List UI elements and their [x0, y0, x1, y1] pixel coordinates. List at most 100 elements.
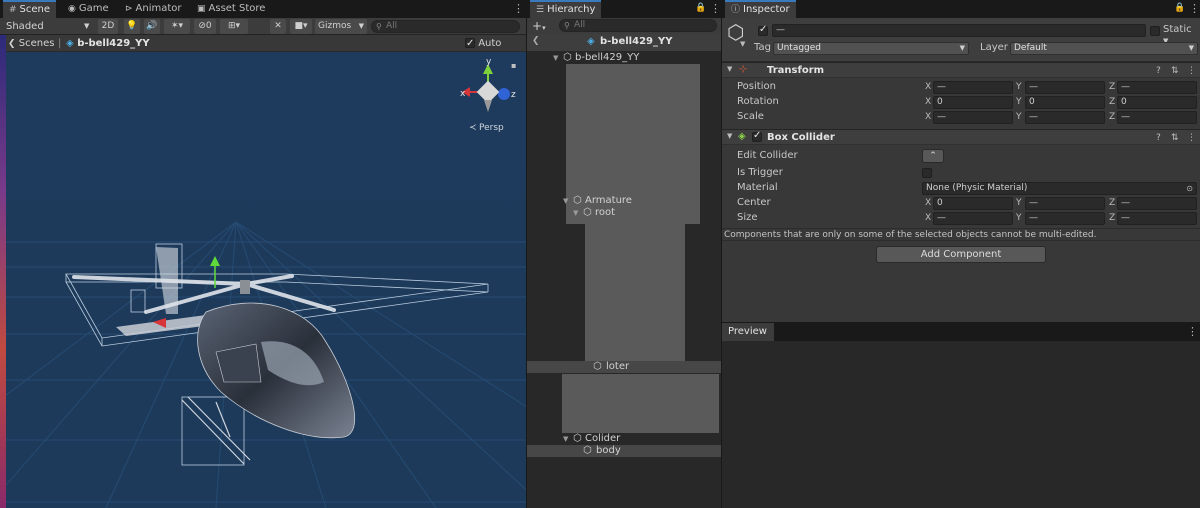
hierarchy-hidden-children	[585, 219, 685, 361]
projection-label[interactable]: Persp	[479, 123, 504, 133]
center-x-field[interactable]: 0	[933, 197, 1013, 210]
expand-arrow-icon[interactable]: ▼	[553, 52, 558, 64]
tab-scene[interactable]: # Scene	[3, 0, 57, 18]
grid-icon: #	[9, 5, 17, 15]
inspector-tabbar: ⓘ Inspector 🔒 ⋮	[722, 0, 1200, 18]
hierarchy-menu-icon[interactable]: ⋮	[710, 2, 721, 15]
auto-save-checkbox[interactable]	[465, 36, 475, 51]
center-z-field[interactable]: —	[1117, 197, 1197, 210]
preview-menu-icon[interactable]: ⋮	[1187, 325, 1198, 338]
scale-z-field[interactable]: —	[1117, 111, 1197, 124]
material-label: Material	[737, 182, 778, 193]
center-z-axis: Z	[1109, 198, 1116, 208]
expand-arrow-icon[interactable]: ▼	[573, 207, 578, 219]
box-collider-component-header[interactable]: ▼ ◈ Box Collider ? ⇅ ⋮	[722, 129, 1200, 145]
lock-icon[interactable]: 🔒	[695, 3, 706, 13]
tab-inspector[interactable]: ⓘ Inspector	[725, 0, 796, 18]
help-icon[interactable]: ?	[1156, 64, 1161, 78]
scale-x-axis: X	[925, 112, 932, 122]
tools-icon[interactable]: ✕	[270, 19, 286, 34]
hierarchy-item[interactable]: ▼ ⬡ root	[527, 207, 721, 219]
edit-collider-button[interactable]: ⌃	[922, 149, 944, 163]
foldout-arrow-icon[interactable]: ▼	[727, 132, 732, 140]
effects-dropdown-icon[interactable]: ✶▾	[164, 19, 190, 34]
rotation-x-field[interactable]: 0	[933, 96, 1013, 109]
rotation-y-axis: Y	[1016, 97, 1022, 107]
scene-viewport[interactable]: x y z ▪ ≺ Persp	[6, 52, 526, 508]
help-icon[interactable]: ?	[1156, 131, 1161, 145]
gizmo-z-label: z	[511, 90, 516, 100]
center-x-axis: X	[925, 198, 932, 208]
lock-icon[interactable]: ▪	[511, 61, 516, 70]
hierarchy-item[interactable]: ⬡ body	[527, 445, 721, 457]
tab-asset-store[interactable]: ▣ Asset Store	[191, 0, 271, 18]
active-checkbox[interactable]	[758, 24, 768, 36]
add-component-button[interactable]: Add Component	[876, 246, 1046, 263]
projection-toggle-icon[interactable]: ≺	[469, 123, 477, 133]
lock-icon[interactable]: 🔒	[1174, 3, 1185, 13]
hierarchy-item[interactable]: ▼ ⬡ Colider	[527, 433, 721, 445]
transform-component-header[interactable]: ▼ ⊹ Transform ? ⇅ ⋮	[722, 62, 1200, 78]
component-menu-icon[interactable]: ⋮	[1187, 131, 1196, 145]
preset-icon[interactable]: ⇅	[1171, 131, 1179, 145]
animator-icon: ⊳	[125, 4, 133, 14]
back-arrow-icon[interactable]: ❮	[532, 36, 540, 46]
expand-arrow-icon[interactable]: ▼	[563, 433, 568, 445]
camera-dropdown-icon[interactable]: ■▾	[290, 19, 312, 34]
scene-search-input[interactable]: ⚲ All	[371, 20, 520, 33]
rotation-z-field[interactable]: 0	[1117, 96, 1197, 109]
tab-preview[interactable]: Preview	[722, 323, 774, 341]
hierarchy-item[interactable]: ▼ ⬡ b-bell429_YY	[527, 52, 721, 64]
position-z-field[interactable]: —	[1117, 81, 1197, 94]
position-x-field[interactable]: —	[933, 81, 1013, 94]
breadcrumb-object[interactable]: ◈ b-bell429_YY	[66, 36, 150, 51]
inspector-menu-icon[interactable]: ⋮	[1189, 2, 1200, 15]
lighting-toggle-icon[interactable]: 💡	[124, 19, 140, 34]
gizmo-y-label: y	[486, 57, 492, 67]
hierarchy-root-label: b-bell429_YY	[600, 36, 673, 47]
scale-y-field[interactable]: —	[1025, 111, 1105, 124]
tag-dropdown[interactable]: Untagged ▼	[773, 42, 969, 55]
material-field[interactable]: None (Physic Material) ⊙	[922, 182, 1197, 195]
gizmos-dropdown[interactable]: Gizmos ▼	[315, 19, 367, 34]
component-menu-icon[interactable]: ⋮	[1187, 64, 1196, 78]
hierarchy-item[interactable]: ▼ ⬡ Armature	[527, 195, 721, 207]
expand-arrow-icon[interactable]: ▼	[563, 195, 568, 207]
tab-game[interactable]: ◉ Game	[62, 0, 115, 18]
rotation-y-field[interactable]: 0	[1025, 96, 1105, 109]
box-collider-enabled-checkbox[interactable]	[752, 130, 762, 142]
eye-slash-icon: ⊘	[198, 21, 206, 31]
edit-bounds-icon: ⌃	[929, 151, 937, 161]
add-object-icon[interactable]: +▾	[532, 19, 546, 35]
hidden-objects-toggle[interactable]: ⊘0	[194, 19, 216, 34]
audio-toggle-icon[interactable]: 🔊	[144, 19, 160, 34]
position-z-axis: Z	[1109, 82, 1116, 92]
size-x-field[interactable]: —	[933, 212, 1013, 225]
static-checkbox[interactable]	[1150, 26, 1160, 36]
hierarchy-item[interactable]: ⬡ loter	[527, 361, 721, 373]
tab-animator[interactable]: ⊳ Animator	[119, 0, 188, 18]
position-y-field[interactable]: —	[1025, 81, 1105, 94]
breadcrumb-scenes[interactable]: ❮ Scenes	[8, 36, 54, 52]
size-y-field[interactable]: —	[1025, 212, 1105, 225]
position-x-axis: X	[925, 82, 932, 92]
tab-hierarchy[interactable]: ☰ Hierarchy	[530, 0, 602, 18]
gameobject-cube-icon: ⬡	[727, 20, 745, 44]
scale-x-field[interactable]: —	[933, 111, 1013, 124]
2d-toggle-button[interactable]: 2D	[98, 19, 118, 34]
size-z-field[interactable]: —	[1117, 212, 1197, 225]
object-name-field[interactable]: —	[772, 24, 1146, 37]
gamepad-icon: ◉	[68, 4, 76, 14]
scene-menu-icon[interactable]: ⋮	[513, 2, 524, 15]
grid-snap-dropdown-icon[interactable]: ⊞▾	[220, 19, 248, 34]
scene-panel: # Scene ◉ Game ⊳ Animator ▣ Asset Store ⋮ Sh…	[0, 0, 526, 508]
is-trigger-checkbox[interactable]	[922, 168, 932, 178]
hierarchy-search-input[interactable]: ⚲ All	[559, 19, 717, 32]
shading-mode-dropdown[interactable]: Shaded ▼	[6, 19, 92, 34]
object-picker-icon[interactable]: ⊙	[1186, 183, 1193, 194]
foldout-arrow-icon[interactable]: ▼	[727, 65, 732, 73]
preset-icon[interactable]: ⇅	[1171, 64, 1179, 78]
center-y-axis: Y	[1016, 198, 1022, 208]
center-y-field[interactable]: —	[1025, 197, 1105, 210]
layer-dropdown[interactable]: Default ▼	[1010, 42, 1198, 55]
